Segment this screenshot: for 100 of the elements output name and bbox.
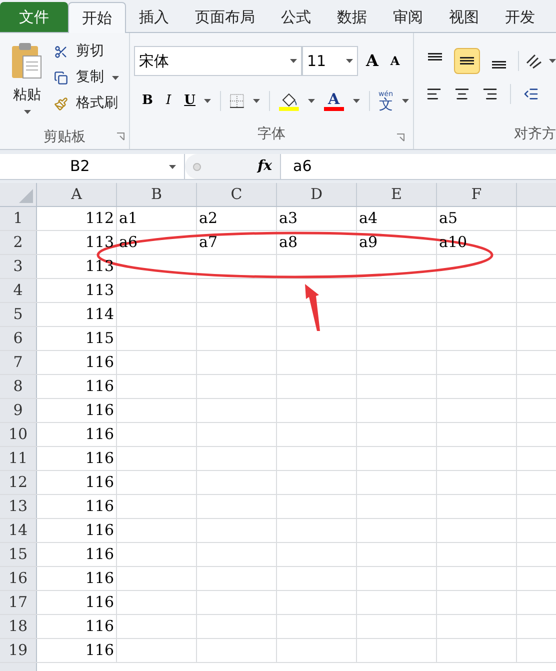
- row-header[interactable]: 11: [0, 447, 37, 470]
- name-box[interactable]: B2: [0, 154, 185, 179]
- row-header[interactable]: 9: [0, 399, 37, 422]
- italic-button[interactable]: I: [162, 91, 176, 111]
- row-header[interactable]: 8: [0, 375, 37, 398]
- table-cell-text: a5: [439, 208, 458, 230]
- ribbon-tab[interactable]: 插入: [126, 2, 182, 32]
- dropdown-caret-icon[interactable]: [253, 99, 260, 103]
- corner-triangle-icon: [19, 189, 33, 203]
- table-cell-text: 116: [85, 472, 114, 494]
- dropdown-caret-icon[interactable]: [112, 76, 119, 80]
- insert-function-button[interactable]: fx: [258, 156, 272, 177]
- ribbon-tab[interactable]: 页面布局: [182, 2, 268, 32]
- copy-icon: [54, 70, 68, 84]
- file-tab[interactable]: 文件: [0, 2, 68, 32]
- format-painter-button[interactable]: 格式刷: [54, 93, 119, 114]
- scissors-icon: [54, 44, 68, 58]
- font-color-button[interactable]: A: [324, 92, 344, 110]
- column-header[interactable]: E: [357, 183, 437, 206]
- dropdown-caret-icon[interactable]: [549, 59, 556, 63]
- clipboard-icon: [10, 41, 44, 81]
- table-cell-text: 116: [85, 520, 114, 542]
- bold-button[interactable]: B: [142, 91, 153, 111]
- row-header[interactable]: 2: [0, 231, 37, 254]
- table-cell-text: a7: [199, 232, 218, 254]
- dialog-launcher-icon[interactable]: [396, 133, 405, 142]
- font-size-field[interactable]: 11: [302, 46, 358, 76]
- table-cell-text: 116: [85, 616, 114, 638]
- table-cell-text: a4: [359, 208, 378, 230]
- row-header[interactable]: 7: [0, 351, 37, 374]
- table-cell-text: 115: [85, 328, 114, 350]
- row-header[interactable]: 19: [0, 639, 37, 662]
- grow-font-button[interactable]: A: [362, 49, 382, 73]
- cut-button[interactable]: 剪切: [54, 41, 119, 62]
- bottom-align-icon: [492, 61, 506, 69]
- row-header[interactable]: 3: [0, 255, 37, 278]
- fill-color-icon[interactable]: [279, 91, 300, 111]
- row-header[interactable]: 10: [0, 423, 37, 446]
- underline-button[interactable]: U: [184, 91, 196, 111]
- text-orientation-icon[interactable]: [525, 53, 543, 69]
- align-left-icon: [426, 86, 442, 102]
- table-cell-text: 113: [85, 280, 114, 302]
- ribbon-tab[interactable]: 公式: [268, 2, 324, 32]
- align-button[interactable]: [454, 48, 480, 74]
- group-label: 字体: [258, 125, 286, 144]
- copy-button[interactable]: 复制: [54, 67, 119, 88]
- row-header[interactable]: 4: [0, 279, 37, 302]
- font-name-field[interactable]: 宋体: [134, 46, 302, 76]
- table-cell-text: 116: [85, 352, 114, 374]
- align-center-icon: [454, 86, 470, 102]
- handle-icon: [193, 162, 201, 170]
- ribbon-tab[interactable]: 审阅: [380, 2, 436, 32]
- row-header[interactable]: 5: [0, 303, 37, 326]
- arrow-annotation: [305, 284, 320, 331]
- column-header[interactable]: A: [37, 183, 117, 206]
- dropdown-caret-icon[interactable]: [290, 59, 297, 63]
- row-header[interactable]: 6: [0, 327, 37, 350]
- align-right-icon: [482, 86, 498, 102]
- table-cell-text: 113: [85, 256, 114, 278]
- dropdown-caret-icon[interactable]: [24, 110, 30, 114]
- row-header[interactable]: 1: [0, 207, 37, 230]
- shrink-font-button[interactable]: A: [386, 52, 404, 70]
- dropdown-caret-icon[interactable]: [308, 99, 315, 103]
- table-cell-text: 113: [85, 232, 114, 254]
- ribbon-tab[interactable]: 开始: [68, 2, 126, 33]
- row-header[interactable]: 17: [0, 591, 37, 614]
- table-cell-text: 112: [85, 208, 114, 230]
- column-header[interactable]: C: [197, 183, 277, 206]
- table-cell-text: a3: [279, 208, 298, 230]
- top-align-icon: [428, 53, 442, 61]
- dropdown-caret-icon[interactable]: [204, 99, 212, 103]
- dropdown-caret-icon[interactable]: [352, 99, 360, 103]
- paintbrush-icon: [54, 96, 68, 110]
- ribbon-tab[interactable]: 数据: [324, 2, 380, 32]
- dropdown-caret-icon[interactable]: [402, 99, 409, 103]
- table-cell-text: a2: [199, 208, 218, 230]
- row-header[interactable]: 12: [0, 471, 37, 494]
- row-header[interactable]: 14: [0, 519, 37, 542]
- column-header[interactable]: B: [117, 183, 197, 206]
- group-label: 对齐方: [514, 125, 556, 144]
- paste-button[interactable]: 粘贴: [0, 41, 54, 125]
- column-header[interactable]: D: [277, 183, 357, 206]
- borders-icon[interactable]: [230, 94, 244, 108]
- ribbon-tab[interactable]: 开发: [492, 2, 548, 32]
- formula-input[interactable]: a6: [281, 155, 556, 178]
- column-header[interactable]: F: [437, 183, 517, 206]
- row-header[interactable]: 18: [0, 615, 37, 638]
- dialog-launcher-icon[interactable]: [116, 132, 125, 141]
- row-header[interactable]: 16: [0, 567, 37, 590]
- ribbon-tab[interactable]: 视图: [436, 2, 492, 32]
- table-cell-text: 116: [85, 496, 114, 518]
- dropdown-caret-icon[interactable]: [346, 59, 353, 63]
- row-header[interactable]: 13: [0, 495, 37, 518]
- table-cell-text: 116: [85, 400, 114, 422]
- table-cell-text: a9: [359, 232, 378, 254]
- indent-decrease-icon: [523, 86, 539, 102]
- row-header[interactable]: 15: [0, 543, 37, 566]
- dropdown-caret-icon[interactable]: [169, 164, 176, 168]
- table-cell-text: 114: [85, 304, 114, 326]
- table-cell-text: 116: [85, 568, 114, 590]
